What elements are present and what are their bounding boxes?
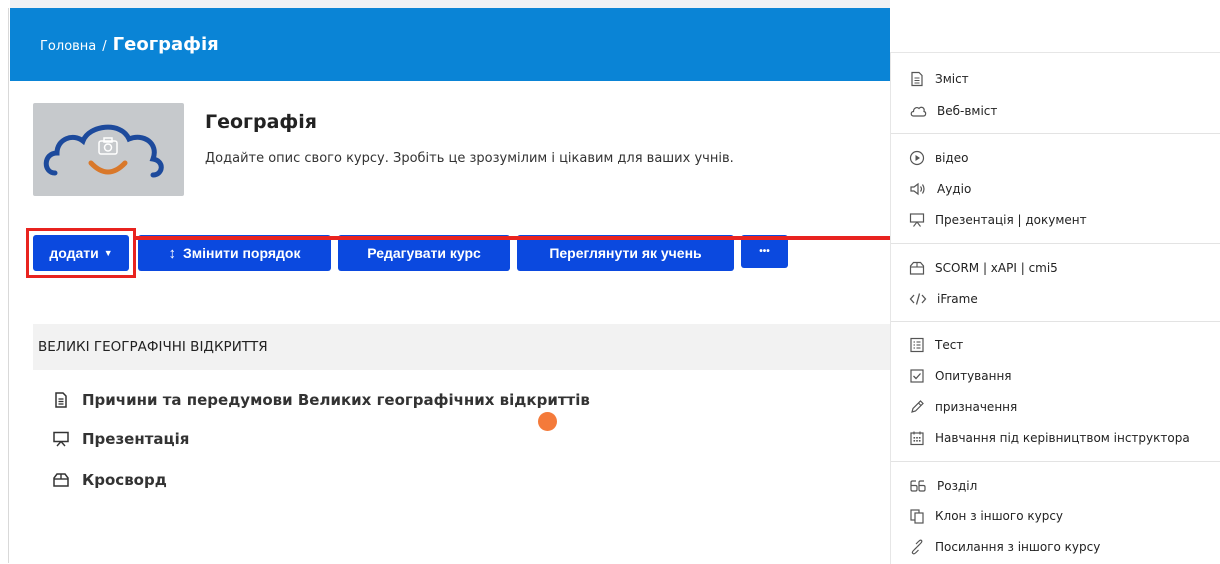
menu-item-survey[interactable]: Опитування <box>909 368 1012 384</box>
menu-item-link[interactable]: Посилання з іншого курсу <box>909 539 1100 555</box>
lesson-item-label: Причини та передумови Великих географічн… <box>82 391 590 409</box>
menu-item-label: Розділ <box>937 479 978 493</box>
menu-item-label: Опитування <box>935 369 1012 383</box>
section-icon <box>910 480 926 492</box>
menu-item-assignment[interactable]: призначення <box>909 399 1017 415</box>
menu-item-iframe[interactable]: iFrame <box>909 291 978 307</box>
cloud-icon <box>910 106 927 117</box>
pointer-dot <box>538 412 557 431</box>
code-icon <box>909 293 927 305</box>
document-icon <box>55 392 67 408</box>
lesson-item-label: Презентація <box>82 430 190 448</box>
menu-item-video[interactable]: відео <box>909 150 968 166</box>
presentation-icon <box>53 431 69 447</box>
menu-item-label: призначення <box>935 400 1018 414</box>
presentation-icon <box>909 213 925 227</box>
menu-item-label: Аудіо <box>937 182 972 196</box>
menu-divider <box>891 133 1220 134</box>
copy-icon <box>910 509 924 524</box>
menu-item-label: Презентація | документ <box>935 213 1087 227</box>
menu-item-clone[interactable]: Клон з іншого курсу <box>909 508 1063 524</box>
menu-divider <box>891 461 1220 462</box>
menu-item-label: відео <box>935 151 969 165</box>
menu-item-test[interactable]: Тест <box>909 337 963 353</box>
package-icon <box>53 473 69 487</box>
menu-item-label: Тест <box>935 338 964 352</box>
document-icon <box>911 71 923 87</box>
menu-item-label: Навчання під керівництвом інструктора <box>935 431 1190 445</box>
checkbox-icon <box>910 369 924 383</box>
menu-item-label: Зміст <box>935 72 969 86</box>
menu-item-content[interactable]: Зміст <box>909 71 969 87</box>
lesson-item[interactable]: Презентація <box>52 430 189 448</box>
link-icon <box>911 539 923 555</box>
menu-item-label: Клон з іншого курсу <box>935 509 1064 523</box>
package-icon <box>909 261 925 275</box>
add-dropdown-menu: Зміст Веб-вміст відео Аудіо Презентація … <box>890 52 1220 564</box>
menu-divider <box>891 321 1220 322</box>
menu-divider <box>891 243 1220 244</box>
menu-item-label: SCORM | xAPI | cmi5 <box>935 261 1058 275</box>
section-title: ВЕЛИКІ ГЕОГРАФІЧНІ ВІДКРИТТЯ <box>38 339 268 355</box>
pen-icon <box>911 400 924 413</box>
play-icon <box>909 150 925 166</box>
lesson-item[interactable]: Кросворд <box>52 471 167 489</box>
lesson-item[interactable]: Причини та передумови Великих географічн… <box>52 391 590 409</box>
menu-item-scorm[interactable]: SCORM | xAPI | cmi5 <box>909 260 1058 276</box>
list-icon <box>910 337 924 353</box>
speaker-icon <box>910 182 925 196</box>
lesson-item-label: Кросворд <box>82 471 167 489</box>
menu-item-instructor-led[interactable]: Навчання під керівництвом інструктора <box>909 430 1190 446</box>
menu-item-presentation[interactable]: Презентація | документ <box>909 212 1087 228</box>
menu-item-label: Посилання з іншого курсу <box>935 540 1101 554</box>
section-header[interactable]: ВЕЛИКІ ГЕОГРАФІЧНІ ВІДКРИТТЯ <box>33 324 890 370</box>
menu-item-section[interactable]: Розділ <box>909 478 977 494</box>
menu-item-web-content[interactable]: Веб-вміст <box>909 103 997 119</box>
menu-item-audio[interactable]: Аудіо <box>909 181 971 197</box>
calendar-icon <box>910 431 924 446</box>
menu-item-label: iFrame <box>937 292 978 306</box>
menu-item-label: Веб-вміст <box>937 104 998 118</box>
